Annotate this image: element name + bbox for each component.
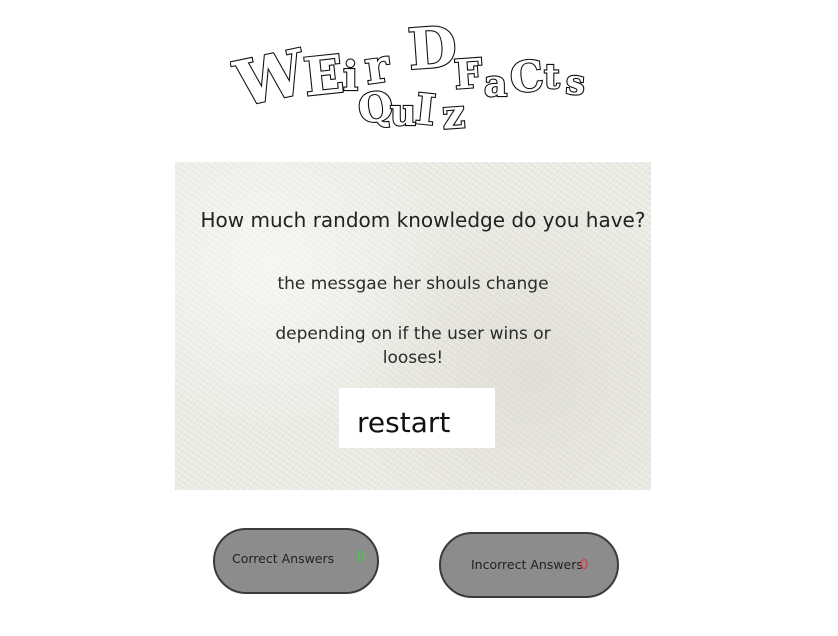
logo-letter: a: [484, 63, 507, 105]
correct-answers-label: Correct Answers: [232, 551, 335, 566]
result-message-line2: depending on if the user wins or looses!: [275, 324, 551, 368]
logo-letter: I: [413, 84, 438, 135]
correct-answers-value: 0: [357, 550, 366, 565]
logo-letter: u: [390, 92, 416, 134]
logo-letter: C: [508, 51, 546, 103]
restart-button[interactable]: restart: [339, 388, 495, 448]
logo-letter: E: [301, 44, 347, 109]
result-message-line1: the messgae her shouls change: [277, 274, 549, 294]
weird-facts-quiz-logo: W E i r D Q u I z F a C t s: [227, 12, 600, 140]
incorrect-answers-value: 0: [580, 558, 589, 573]
logo-lettering: W E i r D Q u I z F a C t s: [227, 13, 588, 140]
logo-letter: D: [406, 14, 459, 83]
logo-letter: s: [565, 62, 587, 103]
logo-letter: F: [453, 50, 485, 99]
logo-letter: t: [544, 57, 560, 97]
incorrect-answers-label: Incorrect Answers: [471, 557, 583, 572]
correct-answers-counter: Correct Answers 0: [213, 528, 379, 594]
incorrect-answers-counter: Incorrect Answers 0: [439, 532, 619, 598]
quiz-page: W E i r D Q u I z F a C t s How much ran…: [0, 0, 838, 636]
quiz-question-title: How much random knowledge do you have?: [200, 208, 646, 232]
result-card: How much random knowledge do you have? t…: [175, 162, 651, 490]
